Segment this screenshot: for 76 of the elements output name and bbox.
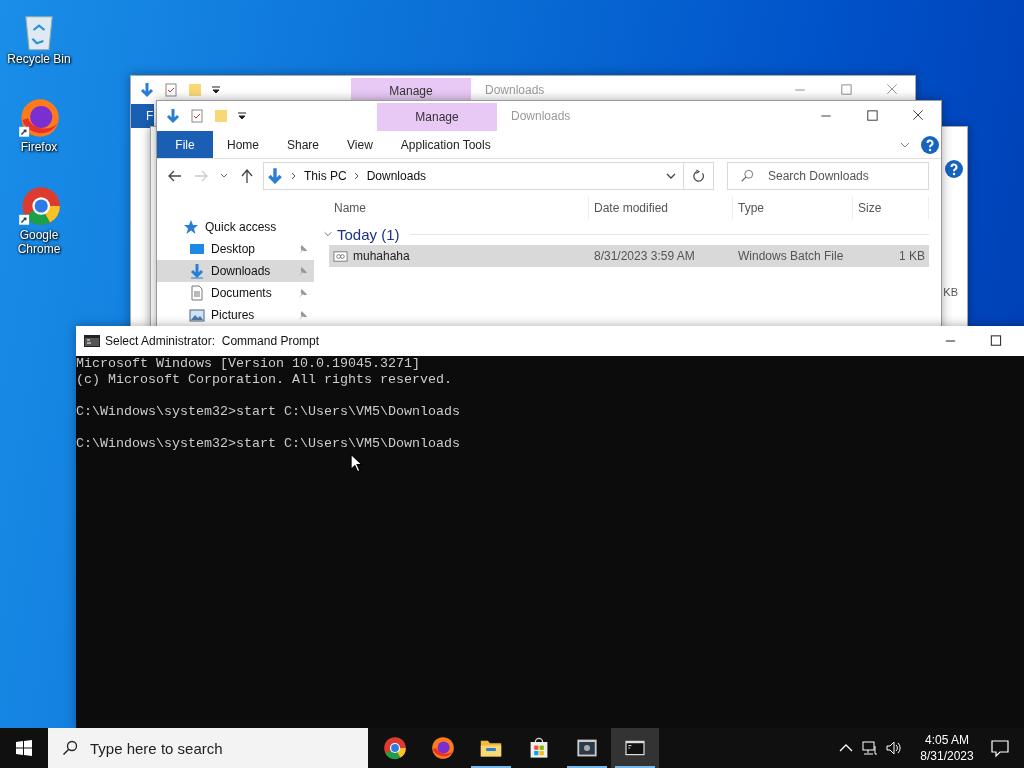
taskbar-button[interactable] [611,728,659,768]
file-row[interactable]: muhahaha 8/31/2023 3:59 AM Windows Batch File 1 KB [329,245,929,267]
help-icon[interactable] [921,135,939,154]
date-cell-text: 8/31/2023 3:59 AM [593,249,696,263]
type-cell-text: Windows Batch File [737,249,845,263]
pictures-icon [189,307,205,323]
properties-icon[interactable] [189,108,205,124]
size-cell-text: 1 KB [898,249,926,263]
ribbon-tab[interactable]: Home [213,131,273,158]
window-title: Select Administrator: Command Prompt [105,334,320,348]
address-bar[interactable]: This PC Downloads [263,162,684,190]
ribbon-tab[interactable]: View [333,131,387,158]
search-icon [62,740,78,756]
volume-icon[interactable] [886,740,902,756]
ribbon-tab[interactable]: Share [273,131,334,158]
ribbon-tab[interactable]: F [131,104,154,128]
breadcrumb[interactable]: Downloads [366,169,427,183]
help-icon[interactable] [945,160,963,178]
browser-icon[interactable] [17,184,61,228]
column-header[interactable]: Date modified [589,197,733,219]
breadcrumb[interactable]: This PC [304,169,347,183]
clock-date: 8/31/2023 [920,748,974,764]
terminal-icon [84,335,100,347]
ribbon-tab[interactable]: Application Tools [386,131,505,158]
breadcrumb-separator-icon [290,172,298,180]
chevron-icon[interactable] [323,229,333,239]
file-size: KB [943,286,958,298]
desktop-icon [189,241,205,257]
console-area[interactable]: Microsoft Windows [Version 10.0.19045.3271] (c) Microsoft Corporation. All rights reserved. C:\Windows\system32>start C:\Users\VM5\Downloads C:\Windows\system32>start C:\Users\VM5\Downloads [76,356,1024,728]
network-icon[interactable] [862,740,878,756]
back-icon[interactable] [167,168,183,184]
properties-icon[interactable] [163,82,179,98]
dropdown-icon[interactable] [237,111,247,121]
group-header[interactable]: Today (1) [337,225,400,243]
download-icon [189,263,205,279]
browser-icon [431,736,455,760]
nav-item[interactable]: Pictures [157,304,314,326]
console-line: Microsoft Windows [Version 10.0.19045.3271] [76,356,420,372]
console-line: (c) Microsoft Corporation. All rights reserved. [76,372,452,388]
context-tab[interactable]: Manage [377,103,497,131]
clock[interactable]: 4:05 AM 8/31/2023 [912,728,982,768]
up-icon[interactable] [239,168,255,184]
mouse-pointer-icon [350,453,363,473]
browser-icon[interactable] [17,96,61,140]
desktop-icon-label[interactable]: Google Chrome [4,228,74,256]
notification-icon[interactable] [990,738,1010,758]
download-icon [266,167,284,185]
nav-item[interactable]: Quick access [157,216,314,238]
window-title: Downloads [485,83,545,97]
desktop-icon-label[interactable]: Recycle Bin [4,52,74,66]
nav-item[interactable]: Desktop [157,238,314,260]
desktop-icon-label[interactable]: Firefox [4,140,74,154]
search-field[interactable]: Search Downloads [727,162,929,190]
file-name: muhahaha [353,249,410,263]
console-line: C:\Windows\system32>start C:\Users\VM5\Downloads [76,404,460,420]
download-icon[interactable] [165,108,181,124]
column-header[interactable]: Type [733,197,853,219]
column-header[interactable]: Size [853,197,929,219]
batch-file-icon [333,248,348,264]
dropdown-icon[interactable] [211,85,221,95]
search-icon [740,169,754,183]
clock-time: 4:05 AM [925,732,969,748]
document-icon [189,285,205,301]
column-header[interactable]: Name [329,197,589,219]
star-icon [183,219,199,235]
nav-item[interactable]: Downloads [157,260,314,282]
console-line: C:\Windows\system32>start C:\Users\VM5\Downloads [76,436,460,452]
refresh-button[interactable] [684,162,714,190]
window-title: Downloads [511,109,571,123]
nav-item[interactable]: Documents [157,282,314,304]
refresh-icon [691,169,706,183]
windows-logo-icon [16,740,32,756]
taskbar-search-field[interactable]: Type here to search [48,728,368,768]
browser-icon [383,736,407,760]
breadcrumb-separator-icon [352,172,361,180]
download-icon[interactable] [139,82,155,98]
